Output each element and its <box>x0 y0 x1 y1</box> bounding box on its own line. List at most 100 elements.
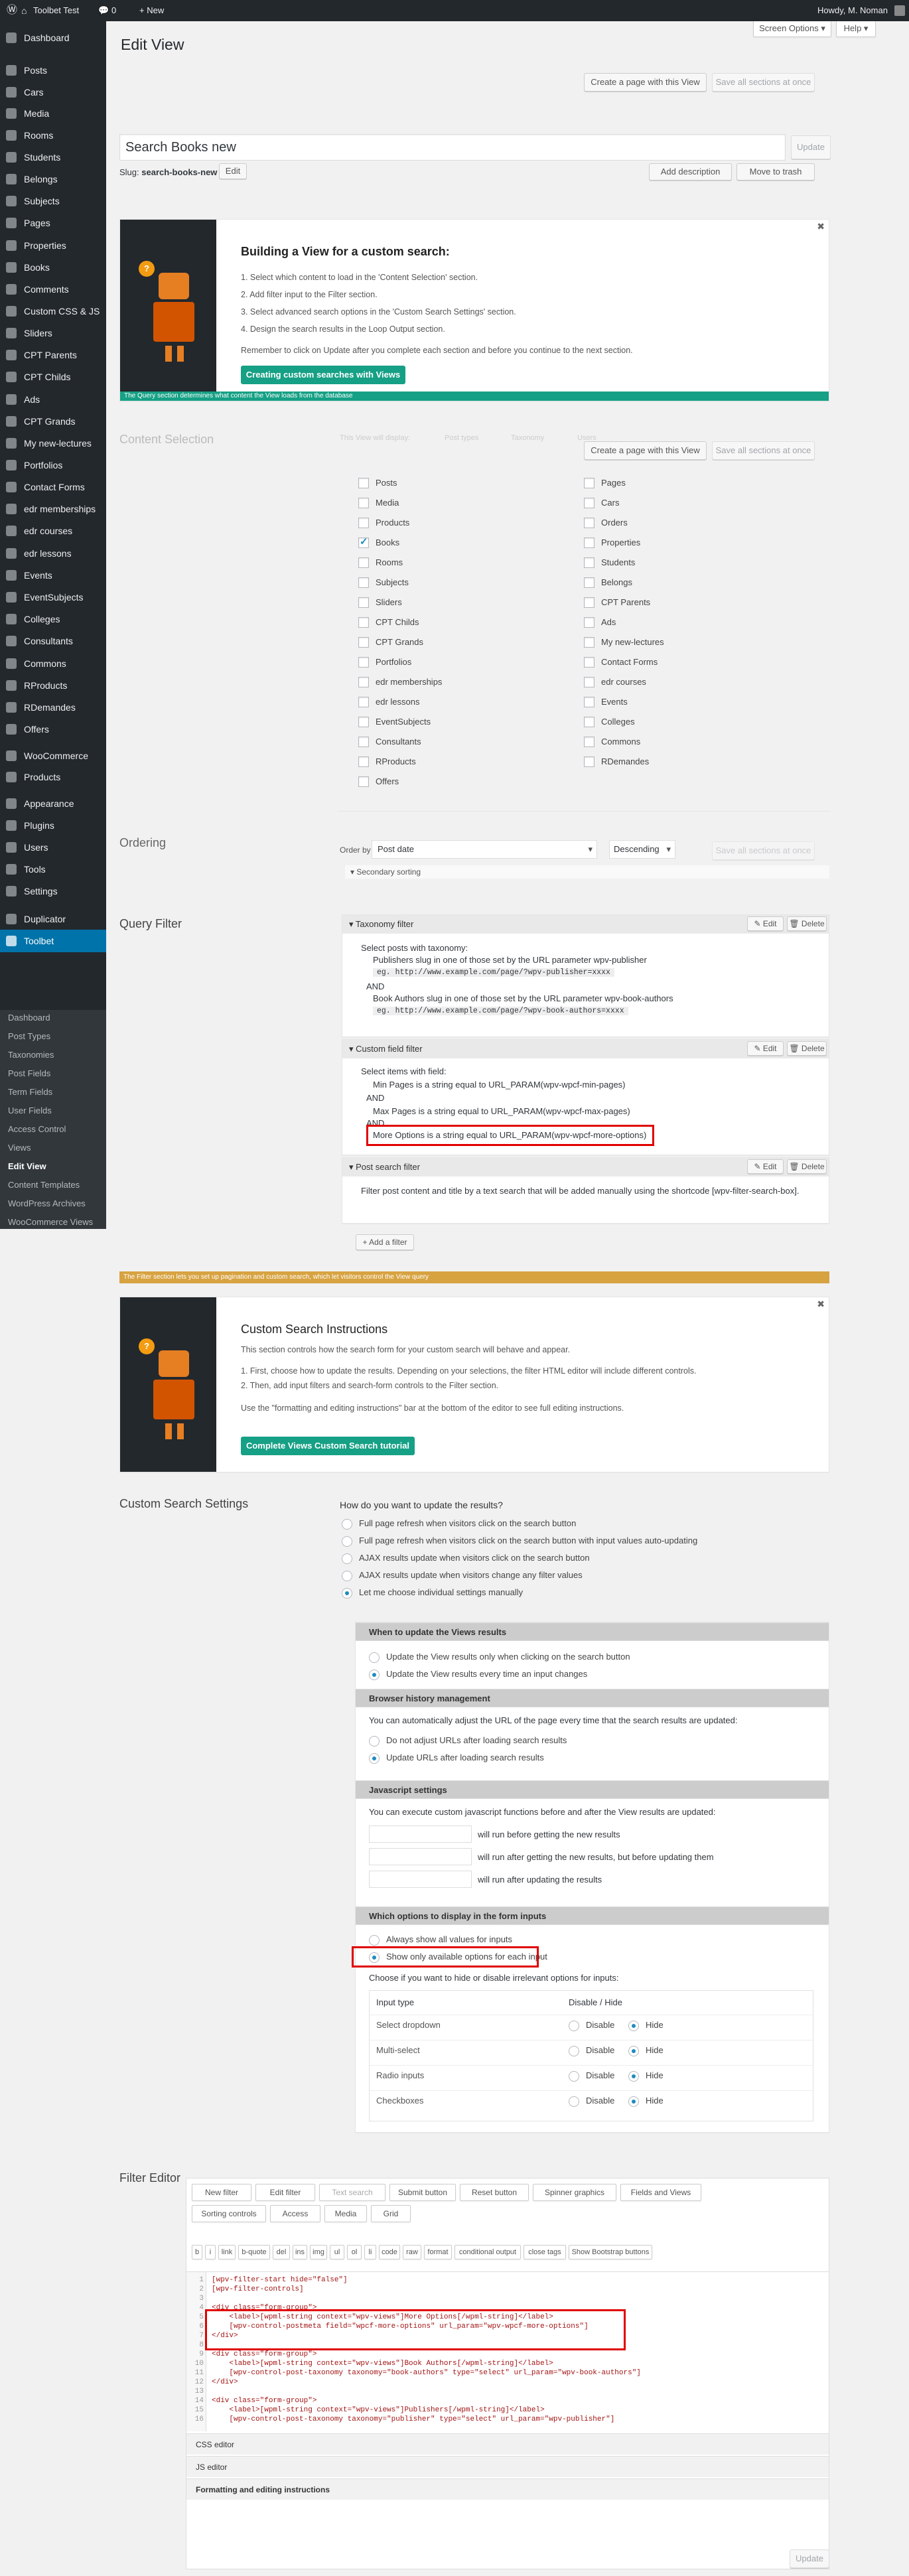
post-type-checkbox-rooms[interactable]: Rooms <box>358 556 403 569</box>
delete-field-filter-button[interactable]: 🗑 Delete <box>787 1041 827 1056</box>
user-greeting[interactable]: Howdy, M. Noman <box>817 0 888 21</box>
grid-button[interactable]: Grid <box>371 2205 411 2222</box>
sidebar-item-cars[interactable]: Cars <box>0 81 106 104</box>
checkbox[interactable] <box>584 737 594 747</box>
post-type-checkbox-products[interactable]: Products <box>358 516 409 530</box>
checkbox[interactable] <box>358 597 369 608</box>
post-type-checkbox-posts[interactable]: Posts <box>358 476 397 490</box>
radio-button[interactable] <box>342 1519 352 1530</box>
update-option-radio[interactable]: AJAX results update when visitors change… <box>342 1569 583 1582</box>
disable-radio[interactable]: Disable <box>569 2019 614 2032</box>
submenu-item-user-fields[interactable]: User Fields <box>8 1106 52 1116</box>
quicktag-ul[interactable]: ul <box>330 2245 344 2259</box>
tab-taxonomy[interactable]: Taxonomy <box>511 434 544 442</box>
radio-button[interactable] <box>628 2046 639 2056</box>
post-type-checkbox-portfolios[interactable]: Portfolios <box>358 656 411 669</box>
checkbox[interactable] <box>358 498 369 508</box>
new-content-link[interactable]: + New <box>139 0 164 21</box>
quicktag-close-tags[interactable]: close tags <box>524 2245 566 2259</box>
radio-button[interactable] <box>628 2021 639 2031</box>
radio-button[interactable] <box>369 1736 380 1747</box>
checkbox[interactable] <box>358 776 369 787</box>
history-opts-radio[interactable]: Update URLs after loading search results <box>369 1751 544 1764</box>
sidebar-item-contact-forms[interactable]: Contact Forms <box>0 476 106 498</box>
subsection-formatting-and-editing-instructions[interactable]: Formatting and editing instructions <box>186 2478 829 2500</box>
checkbox[interactable] <box>584 518 594 528</box>
radio-button[interactable] <box>369 1652 380 1663</box>
quicktag-format[interactable]: format <box>424 2245 452 2259</box>
submenu-item-views[interactable]: Views <box>8 1143 31 1153</box>
delete-taxonomy-filter-button[interactable]: 🗑 Delete <box>787 916 827 931</box>
submenu-item-edit-view[interactable]: Edit View <box>8 1161 46 1172</box>
sidebar-item-ads[interactable]: Ads <box>0 388 106 411</box>
new-filter-button[interactable]: New filter <box>192 2184 251 2201</box>
radio-button[interactable] <box>628 2096 639 2107</box>
edit-slug-button[interactable]: Edit <box>219 163 247 179</box>
checkbox[interactable] <box>358 697 369 707</box>
checkbox[interactable] <box>358 577 369 588</box>
sidebar-item-sliders[interactable]: Sliders <box>0 322 106 344</box>
submenu-item-content-templates[interactable]: Content Templates <box>8 1180 80 1190</box>
sidebar-item-toolbet[interactable]: Toolbet <box>0 930 106 952</box>
reset-button-button[interactable]: Reset button <box>460 2184 529 2201</box>
checkbox[interactable] <box>584 756 594 767</box>
spinner-graphics-button[interactable]: Spinner graphics <box>533 2184 616 2201</box>
avatar[interactable] <box>894 5 905 16</box>
post-type-checkbox-contact-forms[interactable]: Contact Forms <box>584 656 658 669</box>
post-type-checkbox-books[interactable]: Books <box>358 536 399 549</box>
checkbox[interactable] <box>358 657 369 668</box>
fields-and-views-button[interactable]: Fields and Views <box>620 2184 701 2201</box>
access-button[interactable]: Access <box>270 2205 320 2222</box>
submenu-item-term-fields[interactable]: Term Fields <box>8 1087 52 1098</box>
submenu-item-woocommerce-views[interactable]: WooCommerce Views <box>8 1217 93 1228</box>
checkbox[interactable] <box>584 677 594 687</box>
post-type-checkbox-belongs[interactable]: Belongs <box>584 576 632 589</box>
disable-radio[interactable]: Disable <box>569 2069 614 2082</box>
sidebar-item-rdemandes[interactable]: RDemandes <box>0 696 106 719</box>
sidebar-item-properties[interactable]: Properties <box>0 234 106 257</box>
radio-button[interactable] <box>342 1553 352 1564</box>
disable-radio[interactable]: Disable <box>569 2094 614 2108</box>
disable-radio[interactable]: Disable <box>569 2044 614 2057</box>
sidebar-item-products[interactable]: Products <box>0 766 106 788</box>
js-function-input[interactable] <box>369 1848 472 1865</box>
code-editor[interactable]: 1 [wpv-filter-start hide="false"] 2 [wpv-fi… <box>186 2271 829 2431</box>
sidebar-item-colleges[interactable]: Colleges <box>0 608 106 630</box>
sidebar-item-eventsubjects[interactable]: EventSubjects <box>0 586 106 608</box>
post-type-checkbox-consultants[interactable]: Consultants <box>358 735 421 749</box>
quicktag-i[interactable]: i <box>205 2245 216 2259</box>
sidebar-item-commons[interactable]: Commons <box>0 652 106 675</box>
sidebar-item-dashboard[interactable]: Dashboard <box>0 27 106 49</box>
history-opts-radio[interactable]: Do not adjust URLs after loading search … <box>369 1734 567 1747</box>
site-name-link[interactable]: Toolbet Test <box>33 0 79 21</box>
views-tutorial-button[interactable]: Complete Views Custom Search tutorial <box>241 1437 415 1455</box>
sidebar-item-edr-courses[interactable]: edr courses <box>0 520 106 542</box>
submenu-item-taxonomies[interactable]: Taxonomies <box>8 1050 54 1060</box>
radio-button[interactable] <box>569 2071 579 2082</box>
quicktag-raw[interactable]: raw <box>403 2245 421 2259</box>
submenu-item-post-fields[interactable]: Post Fields <box>8 1068 50 1079</box>
radio-button[interactable] <box>342 1536 352 1547</box>
save-all-button[interactable]: Save all sections at once <box>712 73 815 92</box>
text-search-button[interactable]: Text search <box>319 2184 385 2201</box>
media-button[interactable]: Media <box>324 2205 367 2222</box>
quicktag-ins[interactable]: ins <box>293 2245 307 2259</box>
sidebar-item-plugins[interactable]: Plugins <box>0 814 106 837</box>
checkbox[interactable] <box>584 717 594 727</box>
radio-button[interactable] <box>342 1571 352 1581</box>
post-type-checkbox-subjects[interactable]: Subjects <box>358 576 409 589</box>
post-type-checkbox-rproducts[interactable]: RProducts <box>358 755 416 768</box>
js-function-input[interactable] <box>369 1871 472 1888</box>
create-page-button-2[interactable]: Create a page with this View <box>584 441 707 460</box>
radio-button[interactable] <box>569 2046 579 2056</box>
submenu-item-wordpress-archives[interactable]: WordPress Archives <box>8 1198 86 1209</box>
checkbox[interactable] <box>584 597 594 608</box>
sidebar-item-portfolios[interactable]: Portfolios <box>0 454 106 476</box>
help-button[interactable]: Help ▾ <box>836 21 876 37</box>
sidebar-item-users[interactable]: Users <box>0 836 106 859</box>
radio-button[interactable] <box>369 1935 380 1946</box>
checkbox[interactable] <box>584 697 594 707</box>
secondary-sorting-toggle[interactable]: ▾ Secondary sorting <box>345 865 829 879</box>
quicktag-code[interactable]: code <box>379 2245 400 2259</box>
update-title-button[interactable]: Update <box>791 135 831 159</box>
